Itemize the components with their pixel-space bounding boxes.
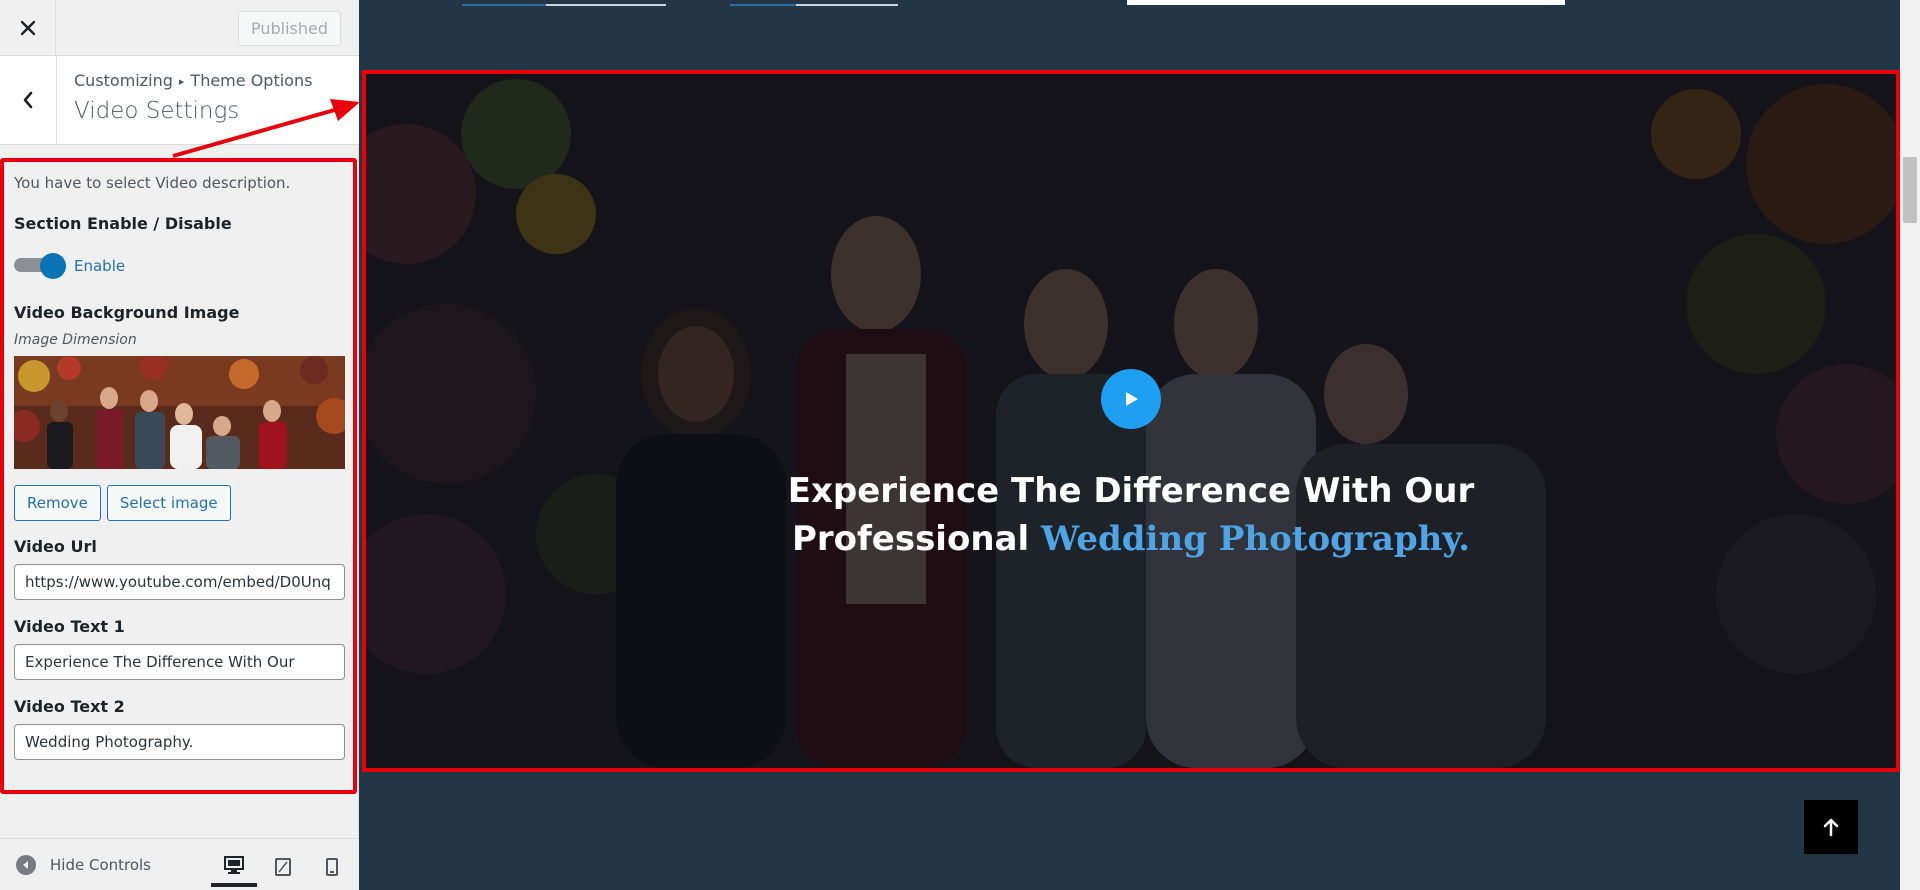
mobile-preview-button[interactable] xyxy=(309,847,355,887)
nav-underline xyxy=(462,4,666,6)
video-heading-line1: Experience The Difference With Our xyxy=(787,471,1475,511)
chevron-left-icon xyxy=(23,91,33,109)
scrollbar-thumb[interactable] xyxy=(1903,157,1917,223)
video-heading-accent: Wedding Photography. xyxy=(1040,519,1471,559)
arrow-up-icon xyxy=(1823,818,1839,837)
breadcrumb-section: Theme Options xyxy=(190,71,313,90)
video-text1-label: Video Text 1 xyxy=(14,617,125,636)
panel-description: You have to select Video description. xyxy=(14,174,291,192)
video-text2-input[interactable]: Wedding Photography. xyxy=(14,724,345,760)
tablet-preview-button[interactable] xyxy=(260,847,306,887)
customizer-topbar: Published xyxy=(0,0,359,56)
play-video-button[interactable] xyxy=(1101,369,1161,429)
section-toggle-label: Section Enable / Disable xyxy=(14,214,232,233)
wedding-group-photo xyxy=(14,356,345,469)
nav-underline-active xyxy=(462,4,546,6)
desktop-icon xyxy=(224,856,244,874)
collapse-icon xyxy=(16,855,36,875)
tablet-icon xyxy=(275,858,291,876)
breadcrumb: Customizing ▸ Theme Options xyxy=(74,71,312,90)
customizer-sidebar: Published Customizing ▸ Theme Options Vide… xyxy=(0,0,359,890)
toggle-knob xyxy=(40,253,66,279)
video-heading-line2: Professional Wedding Photography. xyxy=(366,515,1896,563)
nav-underline xyxy=(730,4,898,6)
bg-image-thumbnail xyxy=(14,356,345,469)
video-text1-input[interactable]: Experience The Difference With Our xyxy=(14,644,345,680)
breadcrumb-root: Customizing xyxy=(74,71,173,90)
breadcrumb-separator: ▸ xyxy=(178,75,185,88)
close-button[interactable] xyxy=(0,0,56,56)
video-url-label: Video Url xyxy=(14,537,97,556)
section-enable-toggle[interactable] xyxy=(14,253,68,279)
published-button[interactable]: Published xyxy=(237,11,341,46)
video-heading-plain: Professional xyxy=(791,519,1030,559)
page-scrollbar[interactable] xyxy=(1900,0,1920,890)
video-url-input[interactable]: https://www.youtube.com/embed/D0Unq xyxy=(14,564,345,600)
section-toggle-row: Enable xyxy=(14,253,343,279)
bg-image-label: Video Background Image xyxy=(14,303,240,322)
toggle-state-label: Enable xyxy=(74,257,126,275)
image-dimension-label: Image Dimension xyxy=(14,332,137,348)
top-image-edge xyxy=(1127,0,1565,5)
video-heading: Experience The Difference With Our Profe… xyxy=(366,467,1896,563)
image-button-row: Remove Select image xyxy=(14,485,343,521)
video-section: Experience The Difference With Our Profe… xyxy=(362,70,1900,772)
section-header: Customizing ▸ Theme Options Video Settings xyxy=(0,56,359,145)
close-icon xyxy=(20,21,35,35)
desktop-preview-button[interactable] xyxy=(211,847,257,887)
hide-controls-label: Hide Controls xyxy=(50,856,152,874)
video-text2-label: Video Text 2 xyxy=(14,697,125,716)
customizer-footer: Hide Controls xyxy=(0,838,359,890)
back-button[interactable] xyxy=(0,56,57,144)
mobile-icon xyxy=(326,858,338,876)
site-preview: Experience The Difference With Our Profe… xyxy=(360,0,1900,890)
select-image-button[interactable]: Select image xyxy=(106,485,231,521)
scroll-to-top-button[interactable] xyxy=(1804,800,1858,854)
remove-image-button[interactable]: Remove xyxy=(14,485,101,521)
video-settings-panel: You have to select Video description. Se… xyxy=(0,158,357,794)
page-title: Video Settings xyxy=(74,98,240,124)
hide-controls-button[interactable]: Hide Controls xyxy=(16,855,151,875)
play-icon xyxy=(1126,392,1138,406)
nav-underline-active xyxy=(730,4,796,6)
